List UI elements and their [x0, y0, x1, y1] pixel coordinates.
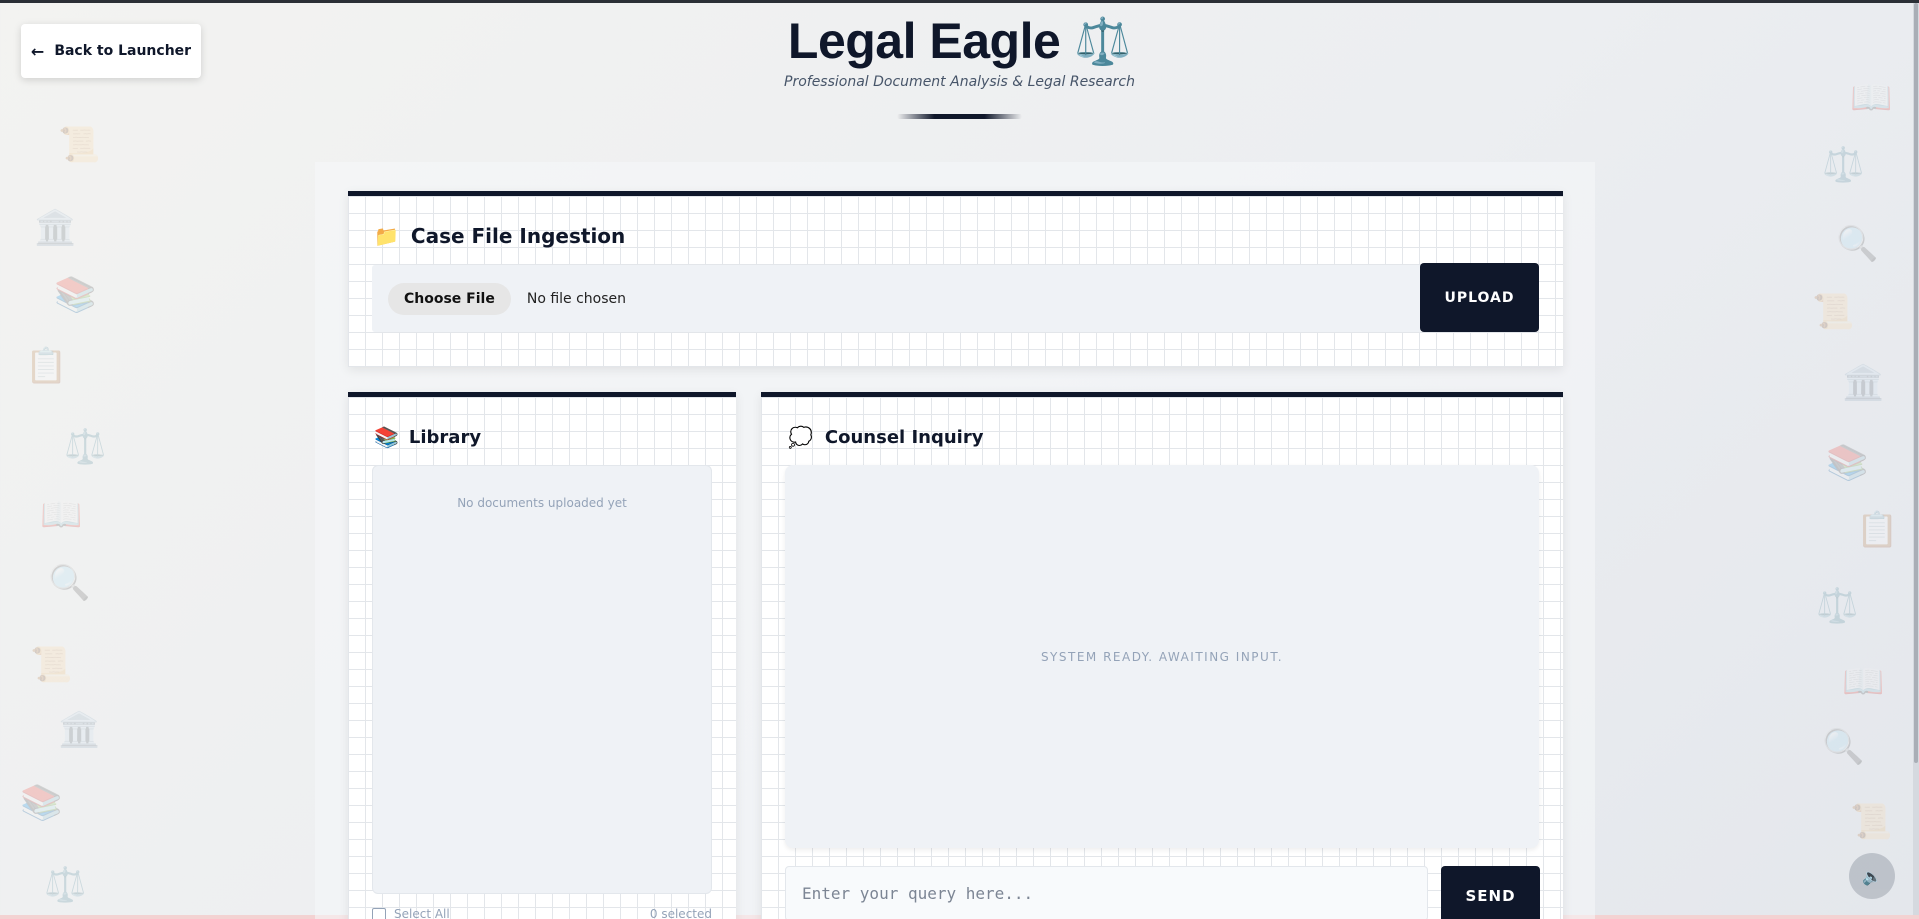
open-book-icon: 📖: [40, 495, 83, 535]
page-title: Legal Eagle ⚖️: [787, 12, 1132, 70]
send-button[interactable]: SEND: [1441, 866, 1540, 919]
clipboard-icon: 📋: [25, 346, 68, 386]
scales-icon: ⚖️: [44, 865, 87, 905]
books-icon: 📚: [1826, 443, 1869, 483]
magnifier-icon: 🔍: [1836, 224, 1879, 264]
folder-icon: 📁: [374, 224, 399, 248]
magnifier-icon: 🔍: [1822, 727, 1865, 767]
audio-toggle-button[interactable]: 🔈: [1849, 853, 1895, 899]
page-subtitle: Professional Document Analysis & Legal R…: [784, 74, 1135, 90]
file-input[interactable]: Choose File No file chosen: [372, 265, 1422, 332]
counsel-title: 💭 Counsel Inquiry: [788, 425, 983, 449]
courthouse-icon: 🏛️: [34, 208, 77, 248]
select-all-label: Select All: [394, 907, 450, 919]
books-icon: 📚: [54, 275, 97, 315]
ingestion-title-text: Case File Ingestion: [410, 224, 626, 248]
books-icon: 📚: [374, 425, 399, 449]
page-title-text: Legal Eagle: [787, 13, 1061, 69]
speaker-icon: 🔈: [1862, 866, 1882, 886]
top-rule: [0, 0, 1919, 3]
document-list[interactable]: No documents uploaded yet: [372, 465, 712, 894]
library-card: 📚 Library No documents uploaded yet Sele…: [348, 392, 736, 919]
scales-icon: ⚖️: [64, 427, 107, 467]
ingestion-title: 📁 Case File Ingestion: [374, 224, 625, 248]
magnifier-icon: 🔍: [48, 563, 91, 603]
courthouse-icon: 🏛️: [1842, 363, 1885, 403]
page-header: Legal Eagle ⚖️ Professional Document Ana…: [0, 12, 1919, 119]
library-footer: Select All 0 selected: [372, 907, 712, 919]
scroll-icon: 📜: [1850, 802, 1893, 842]
library-title-text: Library: [408, 426, 482, 448]
title-underline: [897, 114, 1022, 119]
counsel-title-text: Counsel Inquiry: [824, 426, 984, 448]
scales-icon: ⚖️: [1074, 14, 1132, 67]
scroll-icon: 📜: [30, 645, 73, 685]
scales-icon: ⚖️: [1822, 145, 1865, 185]
books-icon: 📚: [20, 783, 63, 823]
library-title: 📚 Library: [374, 425, 481, 449]
courthouse-icon: 🏛️: [58, 710, 101, 750]
choose-file-button[interactable]: Choose File: [388, 282, 511, 315]
scroll-icon: 📜: [1812, 292, 1855, 332]
selected-count: 0 selected: [649, 907, 712, 919]
query-input[interactable]: [785, 866, 1428, 919]
page-scrollbar-thumb[interactable]: [1914, 3, 1918, 763]
select-all-control[interactable]: Select All: [372, 907, 450, 919]
open-book-icon: 📖: [1842, 662, 1885, 702]
thought-bubble-icon: 💭: [788, 425, 813, 449]
system-status-message: SYSTEM READY. AWAITING INPUT.: [1040, 649, 1284, 664]
upload-button[interactable]: UPLOAD: [1420, 263, 1539, 332]
case-file-ingestion-card: 📁 Case File Ingestion Choose File No fil…: [348, 191, 1563, 367]
counsel-inquiry-card: 💭 Counsel Inquiry SYSTEM READY. AWAITING…: [761, 392, 1563, 919]
chat-area: SYSTEM READY. AWAITING INPUT.: [785, 465, 1539, 848]
clipboard-icon: 📋: [1856, 510, 1899, 550]
scales-icon: ⚖️: [1816, 586, 1859, 626]
scroll-icon: 📜: [58, 125, 101, 165]
empty-library-message: No documents uploaded yet: [457, 496, 627, 510]
select-all-checkbox[interactable]: [372, 907, 386, 919]
file-status: No file chosen: [526, 290, 627, 307]
